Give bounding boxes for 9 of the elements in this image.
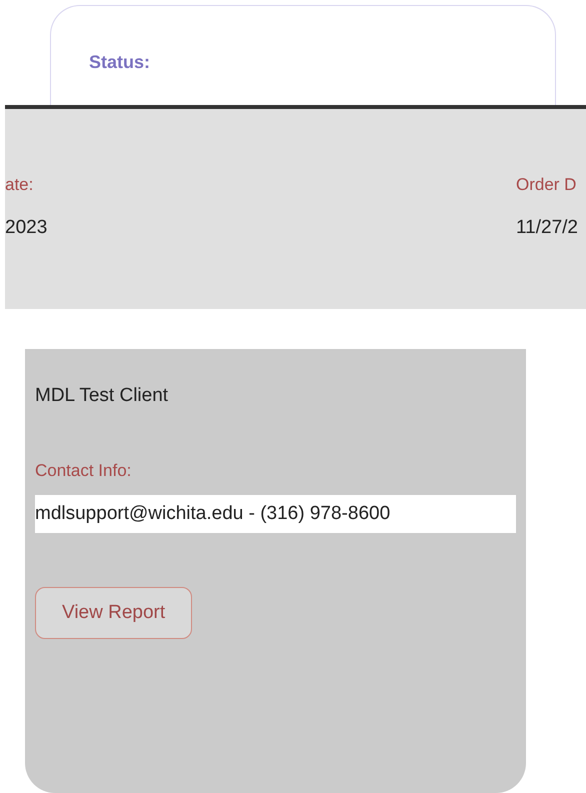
field-label: Order D (516, 175, 578, 195)
field-label: Contact Info: (35, 461, 132, 481)
client-name: MDL Test Client (35, 385, 170, 407)
field-value: 2023 (5, 217, 48, 239)
field-label: ate: (5, 175, 34, 195)
contact-info: mdlsupport@wichita.edu - (316) 978-8600 (35, 495, 516, 533)
field-value: 11/27/2 (516, 217, 579, 239)
status-label: Status: (89, 52, 150, 72)
view-report-button[interactable]: View Report (35, 587, 192, 639)
